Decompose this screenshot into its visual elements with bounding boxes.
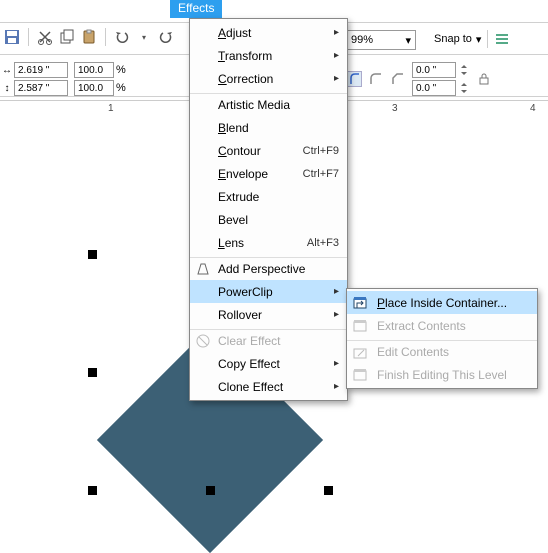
spinner-icon[interactable] — [458, 80, 470, 96]
menu-item-adjust[interactable]: Adjust▸ — [190, 21, 347, 44]
perspective-icon — [195, 261, 211, 277]
toolbar-divider — [105, 28, 106, 46]
property-bar-right: 0.0 " 0.0 " — [346, 62, 492, 96]
menu-item-lens[interactable]: LensAlt+F3 — [190, 231, 347, 254]
scale-y-field[interactable]: 100.0 — [74, 80, 114, 96]
zoom-value: 99% — [351, 34, 373, 46]
object-height-field[interactable]: 2.587 " — [14, 80, 68, 96]
property-bar-left: ↔ 2.619 " ↕ 2.587 " 100.0 % 100.0 % — [2, 62, 126, 96]
effects-menu: Adjust▸ Transform▸ Correction▸ Artistic … — [189, 18, 348, 401]
scale-x-field[interactable]: 100.0 — [74, 62, 114, 78]
menu-item-envelope[interactable]: EnvelopeCtrl+F7 — [190, 162, 347, 185]
corner-chamfer-icon[interactable] — [390, 71, 406, 87]
submenu-arrow-icon: ▸ — [334, 73, 339, 84]
submenu-arrow-icon: ▸ — [334, 309, 339, 320]
chevron-down-icon: ▾ — [405, 34, 411, 47]
submenu-arrow-icon: ▸ — [334, 381, 339, 392]
submenu-arrow-icon: ▸ — [334, 358, 339, 369]
redo-icon[interactable] — [158, 29, 174, 45]
menu-item-correction[interactable]: Correction▸ — [190, 67, 347, 90]
selection-handle[interactable] — [88, 486, 97, 495]
object-width-field[interactable]: 2.619 " — [14, 62, 68, 78]
menubar-effects-label: Effects — [178, 1, 214, 15]
selection-handle[interactable] — [206, 486, 215, 495]
corner-scallop-icon[interactable] — [368, 71, 384, 87]
percent-label: % — [116, 64, 126, 76]
paste-icon[interactable] — [81, 29, 97, 45]
width-arrow-icon: ↔ — [2, 65, 12, 76]
spinner-icon[interactable] — [458, 62, 470, 78]
menu-item-clear-effect: Clear Effect — [190, 329, 347, 352]
menu-item-clone-effect[interactable]: Clone Effect▸ — [190, 375, 347, 398]
toolbar-divider — [487, 30, 488, 48]
place-inside-icon — [352, 294, 368, 310]
selection-handle[interactable] — [88, 250, 97, 259]
submenu-item-extract-contents: Extract Contents — [347, 314, 537, 337]
menu-item-extrude[interactable]: Extrude — [190, 185, 347, 208]
menu-item-blend[interactable]: Blend — [190, 116, 347, 139]
submenu-arrow-icon: ▸ — [334, 50, 339, 61]
toolbar-divider — [28, 28, 29, 46]
menu-item-contour[interactable]: ContourCtrl+F9 — [190, 139, 347, 162]
save-icon[interactable] — [4, 29, 20, 45]
submenu-item-place-inside[interactable]: Place Inside Container... — [347, 291, 537, 314]
chevron-down-icon: ▾ — [476, 33, 482, 46]
snap-to-combo[interactable]: Snap to ▾ — [434, 30, 510, 48]
powerclip-submenu: Place Inside Container... Extract Conten… — [346, 288, 538, 389]
edit-contents-icon — [352, 344, 368, 360]
undo-icon[interactable] — [114, 29, 130, 45]
height-arrow-icon: ↕ — [2, 83, 12, 94]
dropdown-caret-icon[interactable]: ▾ — [136, 29, 152, 45]
cut-icon[interactable] — [37, 29, 53, 45]
menu-item-transform[interactable]: Transform▸ — [190, 44, 347, 67]
menu-item-artistic-media[interactable]: Artistic Media — [190, 93, 347, 116]
submenu-arrow-icon: ▸ — [334, 27, 339, 38]
options-icon[interactable] — [494, 31, 510, 47]
corner-radius-1-field[interactable]: 0.0 " — [412, 62, 456, 78]
submenu-item-finish-editing: Finish Editing This Level — [347, 363, 537, 386]
menu-item-add-perspective[interactable]: Add Perspective — [190, 257, 347, 280]
copy-icon[interactable] — [59, 29, 75, 45]
standard-toolbar: ▾ — [4, 28, 174, 46]
corner-round-icon[interactable] — [346, 71, 362, 87]
submenu-item-edit-contents: Edit Contents — [347, 340, 537, 363]
selection-handle[interactable] — [324, 486, 333, 495]
extract-icon — [352, 317, 368, 333]
corner-radius-2-field[interactable]: 0.0 " — [412, 80, 456, 96]
menu-item-rollover[interactable]: Rollover▸ — [190, 303, 347, 326]
menubar-effects[interactable]: Effects — [170, 0, 222, 18]
finish-editing-icon — [352, 366, 368, 382]
menu-item-bevel[interactable]: Bevel — [190, 208, 347, 231]
selection-handle[interactable] — [88, 368, 97, 377]
snap-to-label: Snap to — [434, 33, 472, 45]
clear-effect-icon — [195, 333, 211, 349]
menu-item-copy-effect[interactable]: Copy Effect▸ — [190, 352, 347, 375]
zoom-combo[interactable]: 99% ▾ — [346, 30, 416, 50]
submenu-arrow-icon: ▸ — [334, 286, 339, 297]
lock-corners-icon[interactable] — [476, 71, 492, 87]
menu-item-powerclip[interactable]: PowerClip▸ — [190, 280, 347, 303]
percent-label: % — [116, 82, 126, 94]
